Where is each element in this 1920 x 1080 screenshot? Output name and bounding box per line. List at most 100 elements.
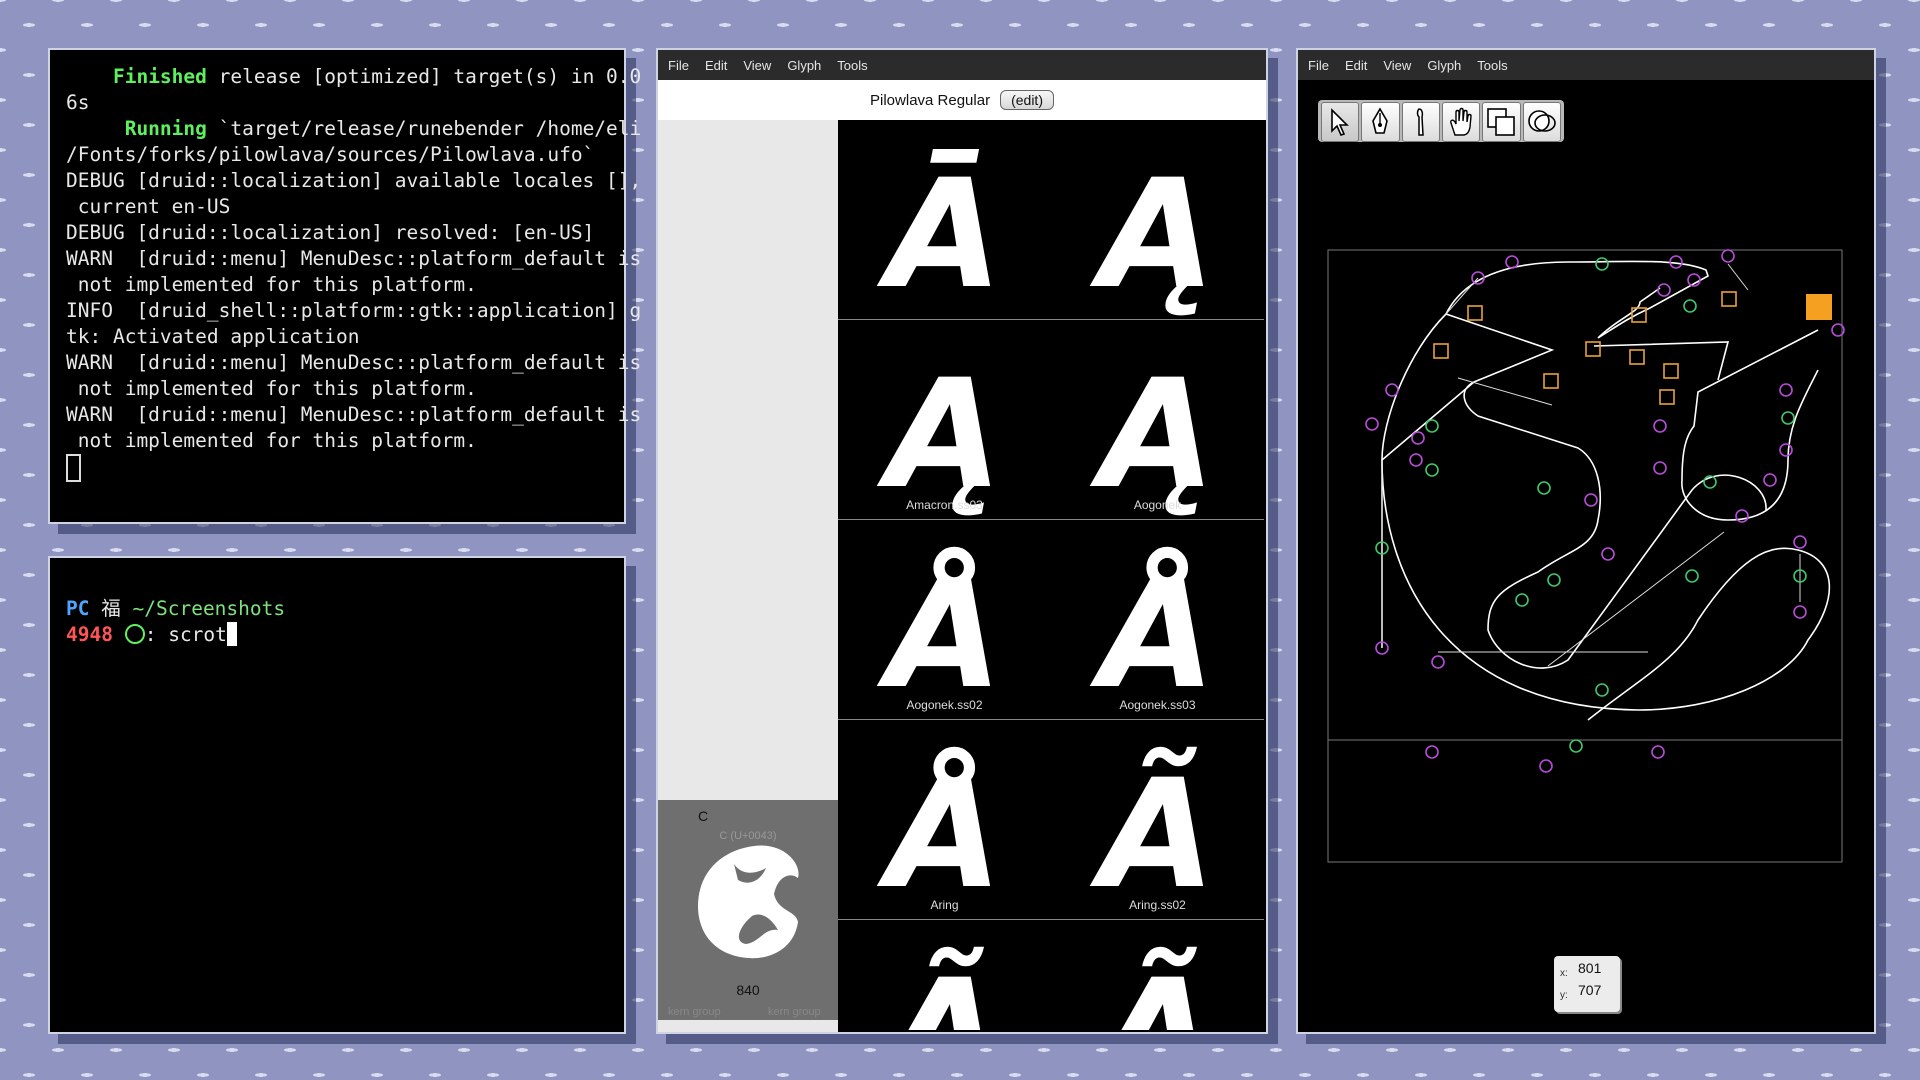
glyph-cell[interactable]: Å Aogonek.ss03 (1051, 520, 1264, 720)
terminal-line: DEBUG [druid::localization] resolved: [e… (66, 220, 610, 246)
terminal-text: release [optimized] target(s) in 0.0 (206, 65, 642, 88)
terminal-line: INFO [druid_shell::platform::gtk::applic… (66, 298, 641, 324)
glyph-preview: Å (1089, 546, 1215, 720)
x-coordinate[interactable]: 801 (1578, 960, 1601, 976)
menu-view[interactable]: View (1375, 58, 1419, 73)
grid-row-divider (838, 919, 1264, 920)
handle-lines (1381, 263, 1801, 667)
terminal-line: tk: Activated application (66, 324, 610, 350)
glyph-name-label: Aring (930, 898, 959, 912)
glyph-grid[interactable]: Ā Ą Ą Amacron.ss03 Ą Aogonek Å Aogonek.ss02 Å Aog… (838, 120, 1264, 1030)
glyph-cell[interactable]: Ą (1051, 120, 1264, 320)
terminal-line: WARN [druid::menu] MenuDesc::platform_de… (66, 246, 641, 272)
glyph-info-sidebar: C C (U+0043) 840 kern group kern group (658, 120, 838, 1032)
terminal-text: WARN [druid::menu] MenuDesc::platform_de… (66, 403, 642, 426)
terminal-text: tk: Activated application (66, 325, 360, 348)
menu-tools[interactable]: Tools (1469, 58, 1515, 73)
glyph-cell[interactable]: Ą Aogonek (1051, 320, 1264, 520)
font-window[interactable]: File Edit View Glyph Tools Pilowlava Reg… (656, 48, 1268, 1034)
glyph-preview: Ã (876, 947, 1002, 1030)
terminal-line: Running `target/release/runebender /home… (66, 116, 642, 142)
glyph-bounds (1327, 249, 1843, 863)
glyph-preview: Ã (1089, 747, 1215, 920)
prompt-suffix: : (144, 623, 169, 646)
terminal-text: DEBUG [druid::localization] resolved: [e… (66, 221, 595, 244)
menu-file[interactable]: File (1304, 58, 1337, 73)
terminal-text: WARN [druid::menu] MenuDesc::platform_de… (66, 247, 642, 270)
glyph-name-label: Aogonek.ss03 (1119, 698, 1196, 712)
glyph-preview: Ā (876, 148, 1002, 320)
font-header: Pilowlava Regular (edit) (658, 80, 1266, 120)
preview-tool-icon[interactable] (1401, 102, 1440, 142)
glyph-char: Ą (1089, 148, 1215, 320)
glyph-cell[interactable]: Å Aogonek.ss02 (838, 520, 1051, 720)
glyph-cell[interactable]: Ą Amacron.ss03 (838, 320, 1051, 520)
hand-tool-icon[interactable] (1441, 102, 1481, 142)
glyph-char: Å (876, 746, 1002, 920)
prompt-host: PC (66, 597, 90, 620)
menu-glyph[interactable]: Glyph (779, 58, 829, 73)
terminal-text: /Fonts/forks/pilowlava/sources/Pilowlava… (66, 143, 595, 166)
menu-glyph[interactable]: Glyph (1419, 58, 1469, 73)
selected-glyph-name[interactable]: C (698, 808, 708, 824)
glyph-cell[interactable]: ÃAring.ss03 (838, 920, 1051, 1030)
terminal-window-log[interactable]: Finished release [optimized] target(s) i… (48, 48, 642, 524)
selected-glyph-panel: C C (U+0043) 840 kern group kern group (658, 800, 838, 1020)
glyph-preview: Ą (1089, 348, 1215, 520)
glyph-cell[interactable]: ÃAtilde (1051, 920, 1264, 1030)
glyph-char: Å (1089, 546, 1215, 720)
terminal-line: current en-US (66, 194, 610, 220)
corner-points[interactable] (1433, 291, 1737, 405)
ellipse-tool-icon[interactable] (1522, 102, 1561, 142)
terminal-cursor (66, 454, 81, 482)
selected-glyph-codepoint: C (U+0043) (719, 830, 777, 842)
terminal-window-shell[interactable]: PC 福 ~/Screenshots 4948 : scrot (48, 556, 626, 1034)
editor-toolbar (1318, 100, 1564, 142)
menu-view[interactable]: View (735, 58, 779, 73)
y-label: y: (1560, 990, 1568, 1001)
edit-font-name-button[interactable]: (edit) (1000, 90, 1054, 110)
terminal-text: current en-US (66, 195, 231, 218)
left-kern-group[interactable]: kern group (668, 1006, 721, 1018)
x-label: x: (1560, 968, 1568, 979)
advance-width[interactable]: 840 (658, 982, 838, 998)
coordinate-panel: x: 801 y: 707 (1554, 956, 1620, 1012)
terminal-text: INFO [druid_shell::platform::gtk::applic… (66, 299, 642, 322)
grid-row-divider (838, 519, 1264, 520)
glyph-preview: Ą (876, 348, 1002, 520)
glyph-name-label: Aogonek (1133, 498, 1182, 512)
glyph-editor-canvas[interactable] (1298, 80, 1874, 1030)
menu-file[interactable]: File (664, 58, 697, 73)
smooth-points[interactable] (1375, 257, 1807, 753)
command-input[interactable]: scrot (168, 623, 227, 646)
glyph-cell[interactable]: Ā (838, 120, 1051, 320)
rectangle-tool-icon[interactable] (1482, 102, 1521, 142)
y-coordinate[interactable]: 707 (1578, 982, 1601, 998)
prompt-circle-icon (124, 624, 145, 644)
terminal-line: not implemented for this platform. (66, 428, 610, 454)
selected-point[interactable] (1806, 294, 1832, 320)
terminal-text: 6s (66, 91, 90, 114)
glyph-char: Ā (876, 148, 1002, 320)
offcurve-points[interactable] (1365, 249, 1845, 773)
select-tool-icon[interactable] (1321, 102, 1360, 142)
terminal-text: not implemented for this platform. (66, 273, 477, 296)
terminal-text: WARN [druid::menu] MenuDesc::platform_de… (66, 351, 642, 374)
glyph-preview: Å (876, 546, 1002, 720)
glyph-cell[interactable]: Ã Aring.ss02 (1051, 720, 1264, 920)
glyph-outline (1381, 260, 1831, 721)
glyph-char: Ã (1089, 747, 1215, 920)
glyph-char: Ą (1089, 348, 1215, 520)
terminal-text: DEBUG [druid::localization] available lo… (66, 169, 642, 192)
pen-tool-icon[interactable] (1361, 102, 1400, 142)
right-kern-group[interactable]: kern group (768, 1006, 821, 1018)
menu-edit[interactable]: Edit (1337, 58, 1375, 73)
terminal-line: not implemented for this platform. (66, 272, 610, 298)
glyph-cell[interactable]: Å Aring (838, 720, 1051, 920)
glyph-editor-window[interactable]: File Edit View Glyph Tools x: 801 y: 707 (1296, 48, 1876, 1034)
menu-tools[interactable]: Tools (829, 58, 875, 73)
terminal-text: not implemented for this platform. (66, 429, 477, 452)
glyph-preview: Ã (1089, 947, 1215, 1030)
font-window-menubar: File Edit View Glyph Tools (658, 50, 1266, 80)
menu-edit[interactable]: Edit (697, 58, 735, 73)
